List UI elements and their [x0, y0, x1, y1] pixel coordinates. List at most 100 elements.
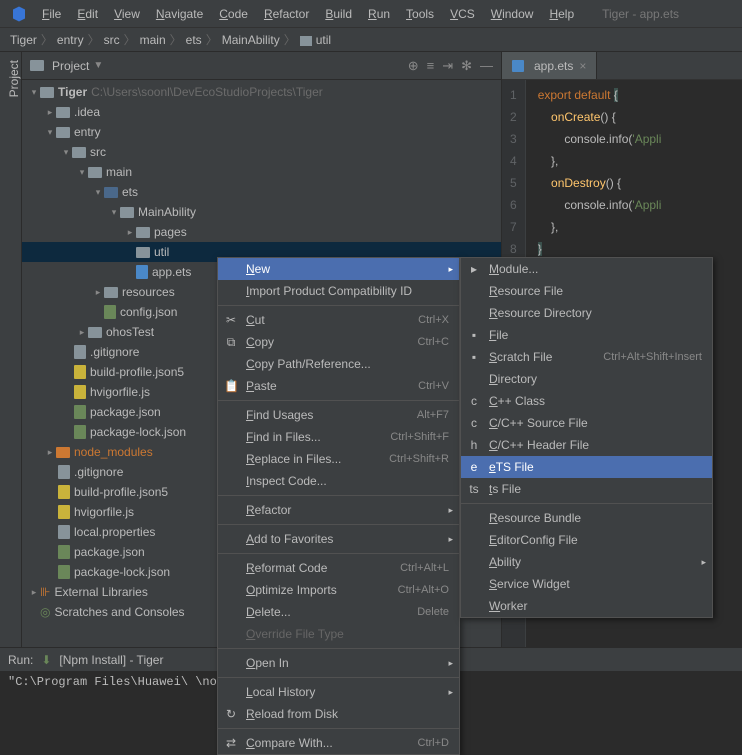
menu-item[interactable]: ✂CutCtrl+X	[218, 309, 459, 331]
menu-item-icon: ▪	[467, 350, 481, 364]
menu-item[interactable]: Inspect Code...	[218, 470, 459, 492]
menu-item-icon: ✂	[224, 313, 238, 327]
panel-title[interactable]: Project	[52, 59, 89, 73]
menubar-item[interactable]: View	[106, 3, 148, 25]
menu-item[interactable]: hC/C++ Header File	[461, 434, 712, 456]
breadcrumb-item[interactable]: MainAbility	[222, 33, 280, 47]
menu-item[interactable]: Local History▸	[218, 681, 459, 703]
menu-item[interactable]: ↻Reload from Disk	[218, 703, 459, 725]
context-menu[interactable]: New▸Import Product Compatibility ID ✂CutC…	[217, 257, 460, 755]
menu-item[interactable]: Refactor▸	[218, 499, 459, 521]
menu-item[interactable]: Resource Bundle	[461, 507, 712, 529]
tree-item[interactable]: ▸.idea	[22, 102, 501, 122]
chevron-right-icon: ▸	[448, 264, 453, 275]
menu-item[interactable]: Find in Files...Ctrl+Shift+F	[218, 426, 459, 448]
menu-item[interactable]: eeTS File	[461, 456, 712, 478]
menu-item[interactable]: ⇄Compare With...Ctrl+D	[218, 732, 459, 754]
chevron-right-icon: ▸	[448, 505, 453, 516]
new-submenu[interactable]: ▸Module...Resource FileResource Director…	[460, 257, 713, 618]
menu-item[interactable]: Directory	[461, 368, 712, 390]
menu-item[interactable]: ⧉CopyCtrl+C	[218, 331, 459, 353]
menubar-item[interactable]: Run	[360, 3, 398, 25]
menubar-item[interactable]: Tools	[398, 3, 442, 25]
menu-item[interactable]: Worker	[461, 595, 712, 617]
menu-item[interactable]: Replace in Files...Ctrl+Shift+R	[218, 448, 459, 470]
menubar-item[interactable]: File	[34, 3, 69, 25]
menu-item-icon: c	[467, 394, 481, 408]
menu-item[interactable]: 📋PasteCtrl+V	[218, 375, 459, 397]
tree-item[interactable]: ▸pages	[22, 222, 501, 242]
menubar-item[interactable]: Code	[211, 3, 256, 25]
menu-item[interactable]: Find UsagesAlt+F7	[218, 404, 459, 426]
menu-item: Override File Type	[218, 623, 459, 645]
sidebar-tool-strip[interactable]: Project	[0, 52, 22, 647]
menubar-item[interactable]: Window	[483, 3, 542, 25]
window-title: Tiger - app.ets	[602, 7, 679, 21]
menu-item[interactable]: ▪File	[461, 324, 712, 346]
tree-item[interactable]: ▾ets	[22, 182, 501, 202]
menu-item[interactable]: Open In▸	[218, 652, 459, 674]
ets-file-icon	[512, 60, 524, 72]
menubar-item[interactable]: VCS	[442, 3, 483, 25]
breadcrumb-item[interactable]: src	[104, 33, 120, 47]
menu-item[interactable]: tsts File	[461, 478, 712, 500]
menu-item[interactable]: New▸	[218, 258, 459, 280]
menu-item[interactable]: Copy Path/Reference...	[218, 353, 459, 375]
menubar-item[interactable]: Navigate	[148, 3, 211, 25]
run-label: Run:	[8, 653, 33, 667]
breadcrumb-item[interactable]: ets	[186, 33, 202, 47]
tree-root[interactable]: ▾TigerC:\Users\soonl\DevEcoStudioProject…	[22, 82, 501, 102]
breadcrumb-item[interactable]: entry	[57, 33, 84, 47]
menu-item[interactable]: ▪Scratch FileCtrl+Alt+Shift+Insert	[461, 346, 712, 368]
menubar: FileEditViewNavigateCodeRefactorBuildRun…	[0, 0, 742, 28]
chevron-right-icon: ▸	[448, 658, 453, 669]
menubar-item[interactable]: Help	[541, 3, 582, 25]
chevron-down-icon[interactable]: ▼	[93, 60, 103, 71]
menu-item[interactable]: Add to Favorites▸	[218, 528, 459, 550]
tree-item[interactable]: ▾main	[22, 162, 501, 182]
tree-item[interactable]: ▾MainAbility	[22, 202, 501, 222]
expand-all-icon[interactable]: ≡	[427, 58, 435, 73]
menu-item-icon: ⇄	[224, 736, 238, 750]
chevron-right-icon: ▸	[448, 687, 453, 698]
menu-item-icon: ▸	[467, 262, 481, 276]
menu-item[interactable]: Reformat CodeCtrl+Alt+L	[218, 557, 459, 579]
collapse-icon[interactable]: ⇥	[442, 58, 453, 74]
app-logo-icon	[10, 5, 28, 23]
tree-item[interactable]: ▾entry	[22, 122, 501, 142]
menu-item[interactable]: Service Widget	[461, 573, 712, 595]
run-task: [Npm Install] - Tiger	[59, 653, 163, 667]
menu-item[interactable]: Ability▸	[461, 551, 712, 573]
menu-item-icon: ts	[467, 482, 481, 496]
menu-item[interactable]: Resource Directory	[461, 302, 712, 324]
menubar-item[interactable]: Build	[317, 3, 360, 25]
menu-item[interactable]: ▸Module...	[461, 258, 712, 280]
menu-item[interactable]: EditorConfig File	[461, 529, 712, 551]
close-icon[interactable]: ×	[579, 59, 586, 73]
menu-item[interactable]: Import Product Compatibility ID	[218, 280, 459, 302]
menu-item[interactable]: Delete...Delete	[218, 601, 459, 623]
menu-item[interactable]: Optimize ImportsCtrl+Alt+O	[218, 579, 459, 601]
menu-item[interactable]: Resource File	[461, 280, 712, 302]
menubar-item[interactable]: Edit	[69, 3, 106, 25]
gear-icon[interactable]: ✻	[461, 58, 472, 74]
menu-item-icon: e	[467, 460, 481, 474]
breadcrumb-item[interactable]: Tiger	[10, 33, 37, 47]
breadcrumb-item[interactable]: util	[300, 33, 331, 47]
folder-icon	[30, 60, 44, 71]
menu-item-icon: ▪	[467, 328, 481, 342]
menu-item[interactable]: cC++ Class	[461, 390, 712, 412]
menu-item-icon: 📋	[224, 379, 238, 393]
hide-icon[interactable]: —	[480, 58, 493, 73]
editor-tab[interactable]: app.ets ×	[502, 52, 597, 79]
chevron-right-icon: ▸	[448, 534, 453, 545]
chevron-right-icon: ▸	[701, 557, 706, 568]
menu-item-icon: c	[467, 416, 481, 430]
tree-item[interactable]: ▾src	[22, 142, 501, 162]
menu-item-icon: h	[467, 438, 481, 452]
breadcrumb-item[interactable]: main	[140, 33, 166, 47]
menubar-item[interactable]: Refactor	[256, 3, 317, 25]
menu-item[interactable]: cC/C++ Source File	[461, 412, 712, 434]
menu-item-icon: ↻	[224, 707, 238, 721]
locate-icon[interactable]: ⊕	[408, 58, 419, 74]
